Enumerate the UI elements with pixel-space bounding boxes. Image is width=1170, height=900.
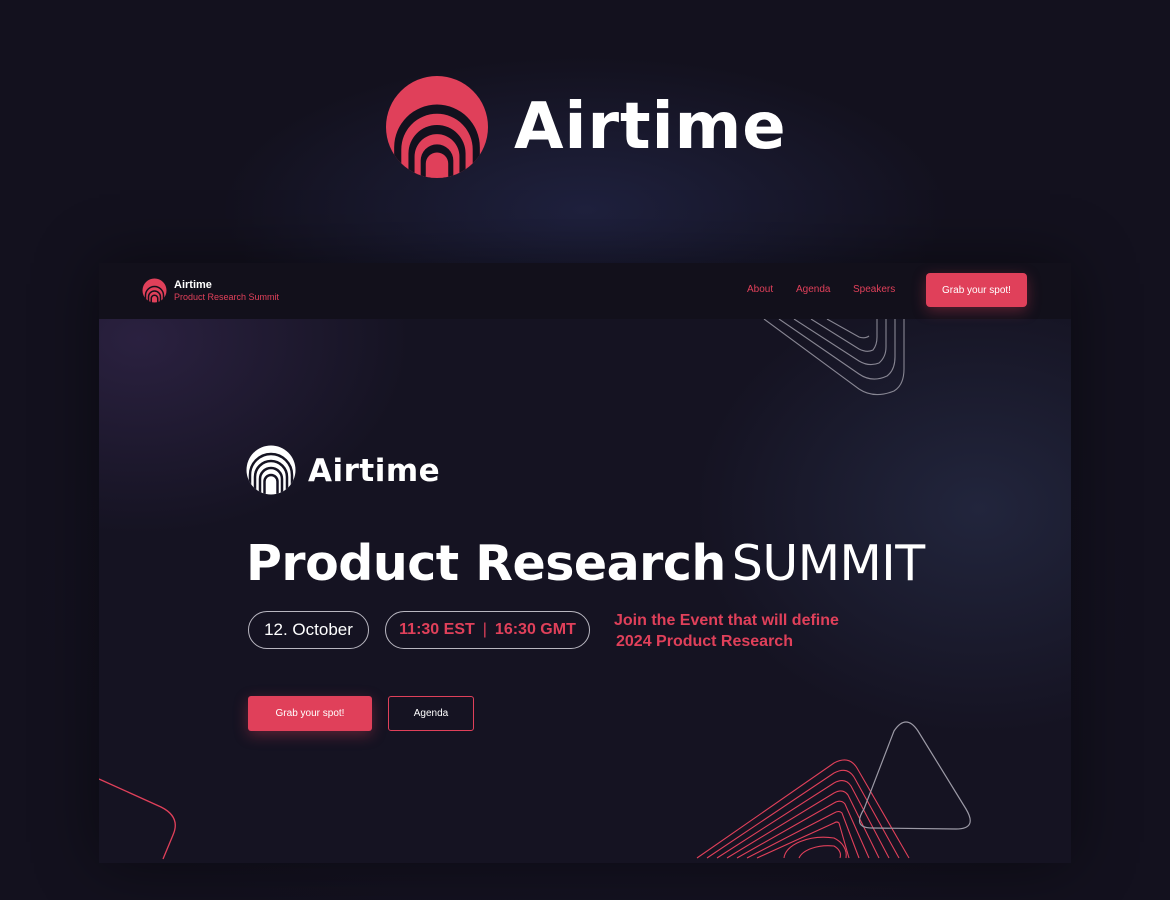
grab-spot-button[interactable]: Grab your spot! bbox=[248, 696, 372, 731]
headline-light: SUMMIT bbox=[731, 535, 925, 592]
decorative-top-triangles bbox=[763, 319, 905, 396]
top-navigation: Airtime Product Research Summit About Ag… bbox=[99, 263, 1071, 319]
nav-logo-icon[interactable] bbox=[142, 278, 167, 303]
event-time-gmt: 16:30 GMT bbox=[494, 621, 576, 638]
tagline-line-1: Join the Event that will define bbox=[614, 612, 839, 629]
page-title: Product Research SUMMIT bbox=[246, 535, 925, 592]
airtime-logo-icon bbox=[386, 76, 488, 178]
decorative-bottom-triangles bbox=[696, 721, 971, 859]
brand-lockup: Airtime bbox=[386, 76, 787, 178]
time-separator: | bbox=[482, 621, 487, 638]
nav-brand-title[interactable]: Airtime bbox=[174, 279, 212, 291]
nav-link-about[interactable]: About bbox=[747, 284, 773, 295]
landing-page-preview: Airtime Product Research Summit About Ag… bbox=[99, 263, 1071, 863]
nav-link-agenda[interactable]: Agenda bbox=[796, 284, 830, 295]
decorative-left-line bbox=[99, 778, 176, 860]
hero-brand-name: Airtime bbox=[308, 453, 441, 489]
hero-logo-icon bbox=[246, 445, 296, 495]
nav-link-speakers[interactable]: Speakers bbox=[853, 284, 895, 295]
agenda-button[interactable]: Agenda bbox=[388, 696, 474, 731]
event-date-pill: 12. October bbox=[248, 611, 369, 649]
event-time-est: 11:30 EST bbox=[399, 621, 475, 638]
nav-brand-subtitle: Product Research Summit bbox=[174, 292, 280, 302]
event-date: 12. October bbox=[264, 620, 353, 639]
headline-bold: Product Research bbox=[246, 535, 726, 592]
nav-grab-spot-button[interactable]: Grab your spot! bbox=[926, 273, 1027, 307]
event-tagline: Join the Event that will define 2024 Pro… bbox=[614, 610, 839, 652]
brand-name: Airtime bbox=[514, 90, 787, 164]
tagline-line-2: 2024 Product Research bbox=[616, 633, 793, 650]
event-time-pill: 11:30 EST | 16:30 GMT bbox=[385, 611, 590, 649]
